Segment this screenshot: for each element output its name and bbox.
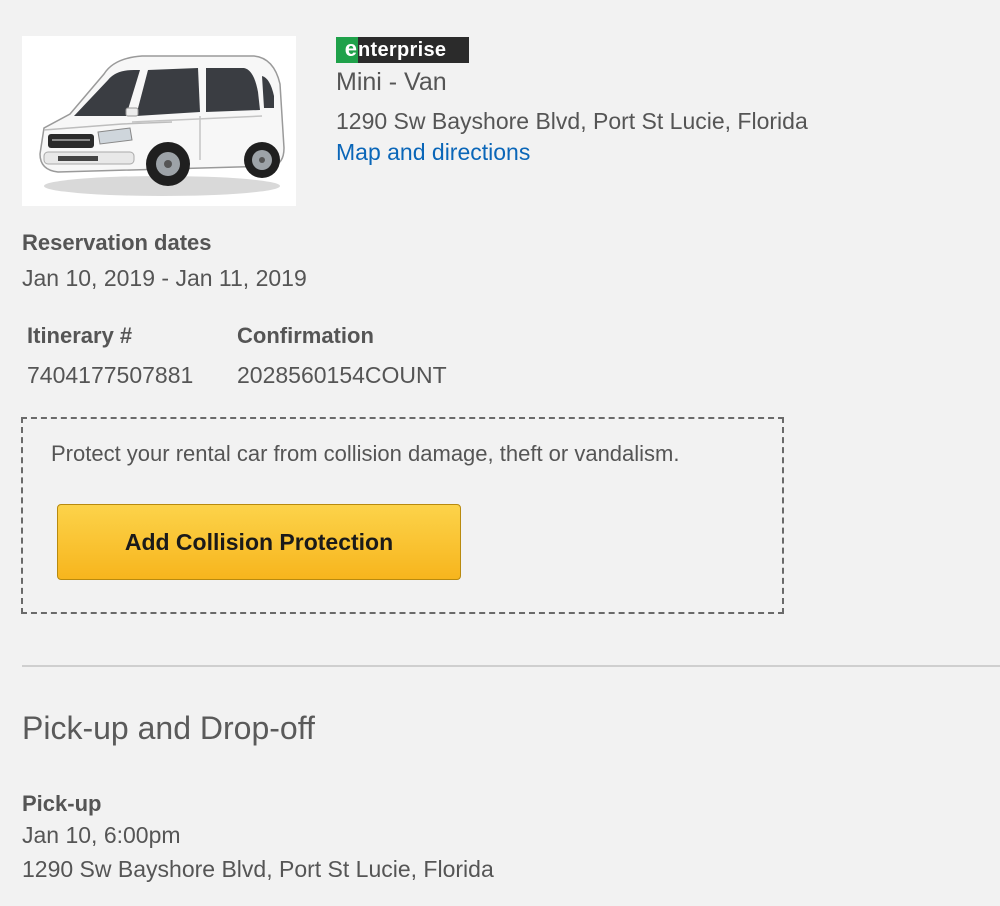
enterprise-logo: e nterprise xyxy=(336,37,469,63)
rental-details-page: e nterprise Mini - Van 1290 Sw Bayshore … xyxy=(0,0,1000,906)
itinerary-number: 7404177507881 xyxy=(27,362,194,388)
logo-wordmark: nterprise xyxy=(358,39,447,61)
collision-protection-text: Protect your rental car from collision d… xyxy=(51,441,680,466)
rental-location-address: 1290 Sw Bayshore Blvd, Port St Lucie, Fl… xyxy=(336,108,808,134)
pickup-label: Pick-up xyxy=(22,791,102,816)
minivan-image xyxy=(39,55,285,196)
confirmation-number: 2028560154COUNT xyxy=(237,362,447,388)
pickup-date: Jan 10, 6:00pm xyxy=(22,822,181,848)
itinerary-label: Itinerary # xyxy=(27,323,133,348)
add-collision-protection-button[interactable]: Add Collision Protection xyxy=(57,504,461,580)
car-image xyxy=(22,36,296,206)
car-class: Mini - Van xyxy=(336,68,447,96)
confirmation-label: Confirmation xyxy=(237,323,374,348)
reservation-dates-value: Jan 10, 2019 - Jan 11, 2019 xyxy=(22,265,307,291)
map-and-directions-link[interactable]: Map and directions xyxy=(336,139,530,166)
pickup-dropoff-heading: Pick-up and Drop-off xyxy=(22,710,315,746)
collision-protection-box: Protect your rental car from collision d… xyxy=(21,417,784,614)
logo-e-mark: e xyxy=(336,37,358,63)
pickup-address: 1290 Sw Bayshore Blvd, Port St Lucie, Fl… xyxy=(22,856,494,882)
reservation-dates-label: Reservation dates xyxy=(22,230,212,255)
section-divider xyxy=(22,665,1000,667)
